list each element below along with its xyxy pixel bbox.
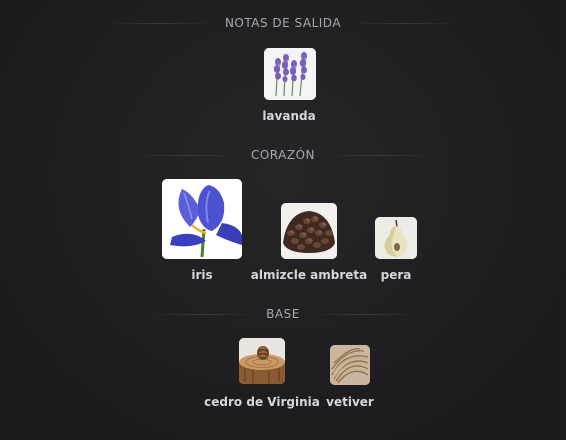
section-header-heart: CORAZÓN xyxy=(0,148,566,162)
section-title-top: NOTAS DE SALIDA xyxy=(224,16,342,30)
cedar-wood-icon[interactable] xyxy=(239,338,285,384)
divider-line xyxy=(325,154,436,156)
divider-line xyxy=(351,22,462,24)
divider-line xyxy=(309,313,420,315)
note-label-cedro-de-virginia: cedro de Virginia xyxy=(204,395,320,409)
iris-flower-icon[interactable] xyxy=(162,179,242,259)
vetiver-root-icon[interactable] xyxy=(330,345,370,385)
lavender-icon[interactable] xyxy=(264,48,316,100)
section-header-base: BASE xyxy=(0,307,566,321)
section-title-base: BASE xyxy=(266,307,300,321)
divider-line xyxy=(104,22,215,24)
section-title-heart: CORAZÓN xyxy=(250,148,316,162)
pear-icon[interactable] xyxy=(375,217,417,259)
note-label-lavanda: lavanda xyxy=(262,109,316,123)
divider-line xyxy=(146,313,257,315)
note-label-almizcle-ambreta: almizcle ambreta xyxy=(250,268,368,282)
divider-line xyxy=(130,154,241,156)
section-header-top: NOTAS DE SALIDA xyxy=(0,16,566,30)
note-label-pera: pera xyxy=(380,268,412,282)
note-label-iris: iris xyxy=(191,268,213,282)
ambrette-seeds-icon[interactable] xyxy=(281,203,337,259)
note-label-vetiver: vetiver xyxy=(326,395,374,409)
